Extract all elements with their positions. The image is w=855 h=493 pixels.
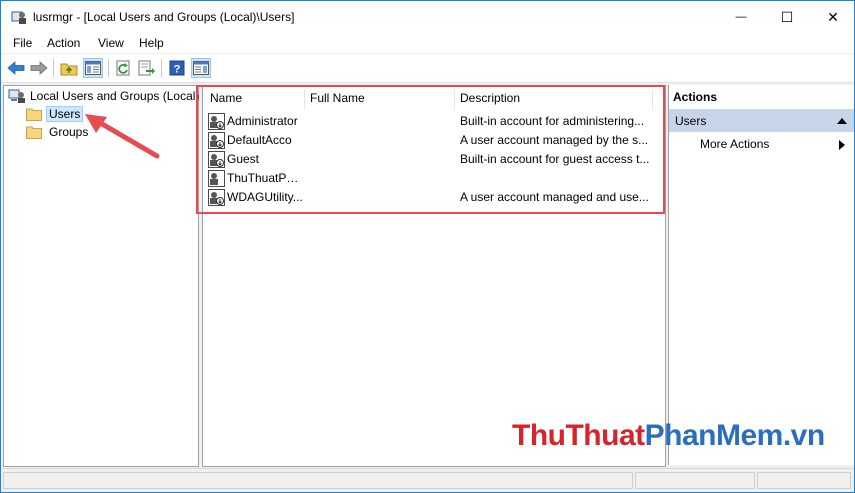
title-bar[interactable]: lusrmgr - [Local Users and Groups (Local… (1, 1, 854, 33)
refresh-icon (116, 60, 130, 76)
cell-description: A user account managed and use... (460, 190, 649, 204)
forward-button[interactable] (29, 58, 49, 78)
cell-name: DefaultAcco (227, 133, 292, 147)
maximize-icon: ☐ (780, 8, 794, 25)
annotation-arrow-icon (85, 114, 160, 159)
user-icon (208, 151, 225, 168)
back-button[interactable] (6, 58, 26, 78)
column-divider[interactable] (454, 90, 455, 110)
export-list-button[interactable] (137, 58, 157, 78)
toolbar-separator (53, 59, 54, 77)
table-row[interactable]: Guest Built-in account for guest access … (203, 150, 663, 169)
back-arrow-icon (7, 61, 25, 75)
up-one-level-button[interactable] (59, 58, 79, 78)
table-row[interactable]: ThuThuatPh... (203, 169, 663, 188)
actions-header: Actions (669, 85, 854, 110)
cell-name: WDAGUtility... (227, 190, 303, 204)
show-hide-tree-icon (85, 61, 101, 75)
help-button[interactable]: ? (167, 58, 187, 78)
computer-users-icon (8, 89, 25, 103)
menu-bar: File Action View Help (1, 33, 854, 53)
cell-name: Administrator (227, 114, 298, 128)
tree-item-users[interactable]: Users (26, 105, 84, 123)
toolbar-separator (161, 59, 162, 77)
window-title: lusrmgr - [Local Users and Groups (Local… (33, 10, 295, 24)
watermark-part: PhanMem (644, 419, 784, 452)
forward-arrow-icon (30, 61, 48, 75)
menu-action[interactable]: Action (47, 36, 80, 50)
menu-help[interactable]: Help (139, 36, 164, 50)
cell-description: A user account managed by the s... (460, 133, 649, 147)
actions-section-label: Users (675, 114, 707, 128)
user-icon (208, 189, 225, 206)
watermark-logo: ThuThuatPhanMem.vn (512, 419, 825, 453)
watermark-part: .vn (782, 419, 825, 452)
status-cell (757, 472, 851, 489)
tree-root[interactable]: Local Users and Groups (Local) (8, 87, 199, 105)
lusrmgr-window: lusrmgr - [Local Users and Groups (Local… (0, 0, 855, 493)
show-hide-action-pane-icon (193, 61, 209, 75)
cell-name: Guest (227, 152, 260, 166)
show-hide-action-pane-button[interactable] (191, 58, 211, 78)
cell-name: ThuThuatPh... (227, 171, 303, 185)
status-cell (3, 472, 633, 489)
maximize-button[interactable]: ☐ (764, 1, 810, 33)
svg-text:?: ? (174, 64, 181, 76)
menu-file[interactable]: File (13, 36, 32, 50)
user-icon (208, 132, 225, 149)
status-bar (1, 468, 854, 492)
help-icon: ? (169, 60, 185, 76)
action-label: More Actions (700, 137, 770, 151)
table-row[interactable]: Administrator Built-in account for admin… (203, 112, 663, 131)
tree-item-label: Users (46, 106, 84, 122)
user-icon (208, 113, 225, 130)
column-header-name[interactable]: Name (210, 86, 242, 110)
column-header-full-name[interactable]: Full Name (310, 86, 365, 110)
menu-view[interactable]: View (98, 36, 124, 50)
toolbar: ? (1, 54, 854, 83)
column-divider[interactable] (304, 90, 305, 110)
tree-root-label: Local Users and Groups (Local) (30, 89, 200, 103)
column-divider[interactable] (652, 90, 653, 110)
watermark-part: ThuThuat (512, 419, 645, 452)
cell-description: Built-in account for administering... (460, 114, 645, 128)
minimize-button[interactable]: — (718, 1, 764, 33)
folder-icon (26, 108, 42, 121)
close-icon: ✕ (827, 8, 839, 25)
action-more-actions[interactable]: More Actions (669, 134, 854, 154)
users-app-icon (11, 11, 26, 24)
submenu-arrow-icon (839, 140, 845, 150)
table-row[interactable]: WDAGUtility... A user account managed an… (203, 188, 663, 207)
user-icon (208, 170, 225, 187)
cell-description: Built-in account for guest access t... (460, 152, 650, 166)
actions-section-users[interactable]: Users (669, 110, 854, 132)
refresh-button[interactable] (114, 58, 134, 78)
collapse-up-icon[interactable] (837, 117, 847, 124)
export-list-icon (138, 60, 155, 76)
users-list-view: Name Full Name Description Administrator… (202, 85, 666, 467)
status-cell (635, 472, 755, 489)
actions-pane: Actions Users More Actions (668, 85, 854, 465)
folder-icon (26, 126, 42, 139)
table-row[interactable]: DefaultAcco A user account managed by th… (203, 131, 663, 150)
close-button[interactable]: ✕ (810, 1, 854, 33)
up-folder-icon (60, 63, 78, 76)
column-header-description[interactable]: Description (460, 86, 520, 110)
actions-header-label: Actions (673, 90, 718, 104)
toolbar-separator (108, 59, 109, 77)
minimize-icon: — (735, 11, 747, 23)
show-hide-console-tree-button[interactable] (83, 58, 103, 78)
